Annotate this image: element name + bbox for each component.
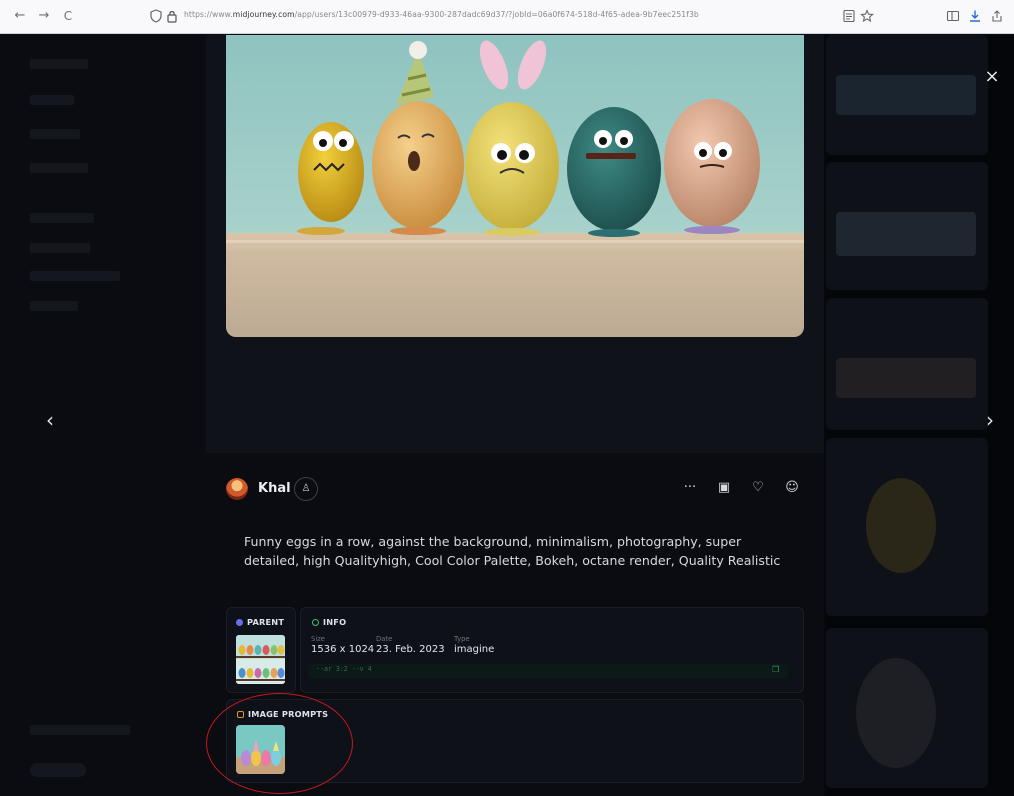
- forward-icon[interactable]: →: [36, 8, 52, 24]
- sidebar-item: [30, 213, 94, 223]
- share-icon[interactable]: [990, 9, 1004, 23]
- shield-icon: [150, 9, 162, 23]
- date-label: Date: [376, 635, 393, 643]
- copy-icon[interactable]: ❐: [772, 665, 779, 674]
- save-icon[interactable]: ▣: [716, 481, 732, 495]
- sidebar-item: [30, 301, 78, 311]
- sidebar-logo-placeholder: [30, 59, 88, 69]
- star-icon[interactable]: [860, 9, 874, 23]
- sidebar-item: [30, 163, 88, 173]
- follow-button[interactable]: ♙: [294, 477, 318, 501]
- avatar[interactable]: [226, 478, 248, 500]
- gallery-thumb: [826, 162, 988, 290]
- parent-dot-icon: [236, 619, 243, 626]
- sidebar-item: [30, 243, 90, 253]
- download-icon[interactable]: [968, 9, 982, 23]
- parameters-text: --ar 3:2 --v 4: [316, 665, 372, 673]
- next-image-icon[interactable]: ›: [982, 410, 998, 430]
- info-card-label: INFO: [312, 617, 346, 627]
- heart-icon[interactable]: ♡: [750, 481, 766, 495]
- parent-card-label: PARENT: [236, 617, 284, 627]
- lock-icon: [167, 11, 177, 23]
- parameters-bar[interactable]: [308, 664, 788, 678]
- sidebar-dimmed: [0, 35, 206, 796]
- address-bar[interactable]: https://www.midjourney.com/app/users/13c…: [150, 5, 870, 29]
- close-icon[interactable]: ×: [984, 68, 1000, 86]
- sidebar-item: [30, 271, 120, 281]
- reader-view-icon[interactable]: [842, 9, 856, 23]
- emoji-reaction-icon[interactable]: ☺: [784, 481, 800, 495]
- sidebar-item: [30, 725, 130, 735]
- gallery-thumb: [826, 35, 988, 155]
- sidebar-item: [30, 95, 74, 105]
- sidebar-item: [30, 129, 80, 139]
- more-options-icon[interactable]: ···: [682, 481, 698, 495]
- annotation-highlight-circle: [206, 693, 353, 794]
- info-dot-icon: [312, 619, 319, 626]
- browser-toolbar: ← → C https://www.midjourney.com/app/use…: [0, 0, 1014, 34]
- parent-thumbnail[interactable]: [236, 635, 285, 684]
- url-text: https://www.midjourney.com/app/users/13c…: [184, 10, 699, 19]
- type-label: Type: [454, 635, 470, 643]
- size-value: 1536 x 1024: [311, 644, 375, 655]
- user-name[interactable]: Khal: [258, 481, 291, 496]
- prompt-text: Funny eggs in a row, against the backgro…: [244, 534, 781, 568]
- sidebar-item: [30, 763, 86, 777]
- reload-icon[interactable]: C: [60, 8, 76, 24]
- main-image[interactable]: [226, 35, 804, 337]
- size-label: Size: [311, 635, 325, 643]
- previous-image-icon[interactable]: ‹: [42, 410, 58, 430]
- screen: ← → C https://www.midjourney.com/app/use…: [0, 0, 1014, 796]
- gallery-thumb: [826, 628, 988, 788]
- gallery-thumb: [826, 438, 988, 616]
- back-icon[interactable]: ←: [12, 8, 28, 24]
- sidebar-icon[interactable]: [946, 9, 960, 23]
- type-value: imagine: [454, 644, 495, 655]
- date-value: 23. Feb. 2023: [376, 644, 445, 655]
- gallery-thumb: [826, 298, 988, 430]
